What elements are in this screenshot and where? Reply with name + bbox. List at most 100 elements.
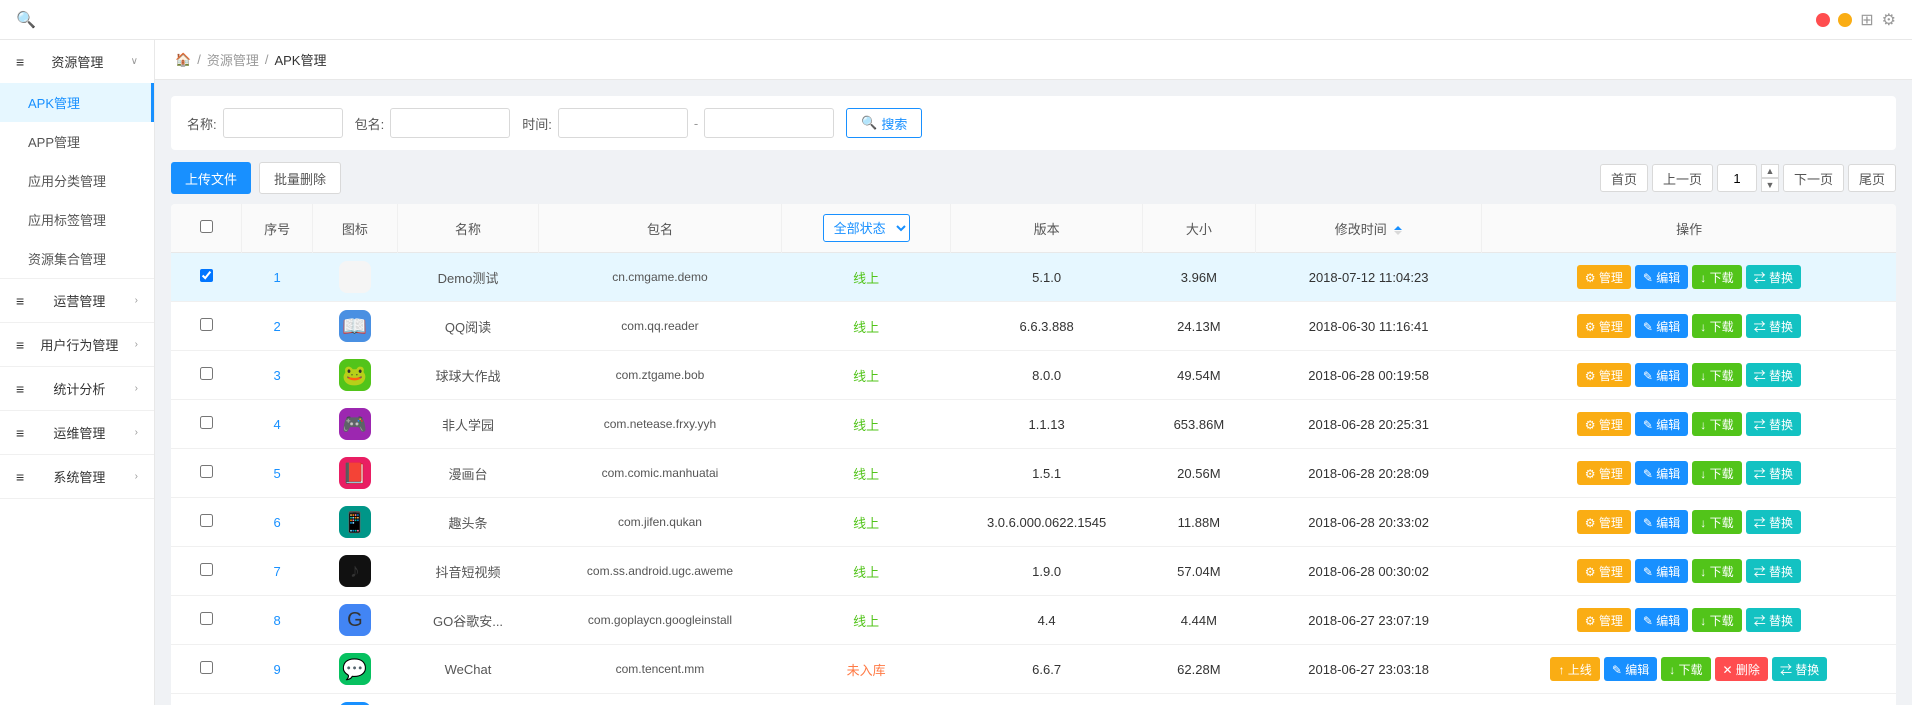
page-first-top[interactable]: 首页 <box>1600 164 1648 192</box>
action-manage-btn-1[interactable]: ⚙ 管理 <box>1577 265 1631 289</box>
row-icon-3: 🐸 <box>312 351 397 400</box>
row-version-10: 5.60.2.5510 <box>951 694 1142 705</box>
sidebar-group-label-stats: 统计分析 <box>53 379 105 398</box>
page-next-top[interactable]: 下一页 <box>1783 164 1844 192</box>
th-time[interactable]: 修改时间 <box>1255 204 1481 253</box>
row-select-4[interactable] <box>200 416 213 429</box>
action-upload-btn-9[interactable]: ↑ 上线 <box>1550 657 1599 681</box>
row-pkg-10: com.xunlei.downloadprovider <box>539 694 781 705</box>
row-time-4: 2018-06-28 20:25:31 <box>1255 400 1481 449</box>
action-manage-btn-5[interactable]: ⚙ 管理 <box>1577 461 1631 485</box>
batch-delete-button[interactable]: 批量删除 <box>259 162 341 194</box>
action-manage-btn-8[interactable]: ⚙ 管理 <box>1577 608 1631 632</box>
action-download-btn-4[interactable]: ↓ 下载 <box>1692 412 1741 436</box>
row-icon-5: 📕 <box>312 449 397 498</box>
page-arrow-up-top[interactable]: ▲ <box>1761 164 1779 178</box>
sidebar-item-apk[interactable]: APK管理 <box>0 83 154 122</box>
action-replace-btn-8[interactable]: ⇄ 替换 <box>1746 608 1801 632</box>
row-checkbox-9 <box>171 645 242 694</box>
action-manage-btn-4[interactable]: ⚙ 管理 <box>1577 412 1631 436</box>
row-select-1[interactable] <box>200 269 213 282</box>
action-replace-btn-2[interactable]: ⇄ 替换 <box>1746 314 1801 338</box>
sidebar-group-title-system[interactable]: ≡ 系统管理 › <box>0 455 154 498</box>
action-download-btn-3[interactable]: ↓ 下载 <box>1692 363 1741 387</box>
action-replace-btn-9[interactable]: ⇄ 替换 <box>1772 657 1827 681</box>
row-name-8: GO谷歌安... <box>397 596 538 645</box>
action-manage-btn-6[interactable]: ⚙ 管理 <box>1577 510 1631 534</box>
action-download-btn-8[interactable]: ↓ 下载 <box>1692 608 1741 632</box>
action-manage-btn-3[interactable]: ⚙ 管理 <box>1577 363 1631 387</box>
filter-time-start[interactable] <box>558 108 688 138</box>
action-replace-btn-7[interactable]: ⇄ 替换 <box>1746 559 1801 583</box>
row-select-7[interactable] <box>200 563 213 576</box>
row-select-5[interactable] <box>200 465 213 478</box>
row-size-9: 62.28M <box>1142 645 1255 694</box>
topbar-right: ⊞ ⚙ <box>1816 10 1896 30</box>
action-download-btn-9[interactable]: ↓ 下载 <box>1661 657 1710 681</box>
home-icon[interactable]: 🏠 <box>175 52 191 68</box>
row-select-8[interactable] <box>200 612 213 625</box>
action-edit-btn-2[interactable]: ✎ 编辑 <box>1635 314 1688 338</box>
action-download-btn-7[interactable]: ↓ 下载 <box>1692 559 1741 583</box>
action-download-btn-2[interactable]: ↓ 下载 <box>1692 314 1741 338</box>
row-version-2: 6.6.3.888 <box>951 302 1142 351</box>
gear-icon[interactable]: ⚙ <box>1882 10 1896 30</box>
action-manage-btn-7[interactable]: ⚙ 管理 <box>1577 559 1631 583</box>
search-icon[interactable]: 🔍 <box>16 10 36 30</box>
sidebar-group-title-ops[interactable]: ≡ 运营管理 › <box>0 279 154 322</box>
action-replace-btn-3[interactable]: ⇄ 替换 <box>1746 363 1801 387</box>
filter-pkg-input[interactable] <box>390 108 510 138</box>
action-delete-btn-9[interactable]: ✕ 删除 <box>1715 657 1768 681</box>
row-select-6[interactable] <box>200 514 213 527</box>
upload-button[interactable]: 上传文件 <box>171 162 251 194</box>
row-name-4: 非人学园 <box>397 400 538 449</box>
action-download-btn-1[interactable]: ↓ 下载 <box>1692 265 1741 289</box>
sidebar-item-tag[interactable]: 应用标签管理 <box>0 200 154 239</box>
action-edit-btn-5[interactable]: ✎ 编辑 <box>1635 461 1688 485</box>
th-status[interactable]: 全部状态 线上 未入库 <box>781 204 951 253</box>
filter-time-end[interactable] <box>704 108 834 138</box>
select-all-checkbox[interactable] <box>200 220 213 233</box>
row-select-9[interactable] <box>200 661 213 674</box>
status-filter-select[interactable]: 全部状态 线上 未入库 <box>823 214 910 242</box>
action-replace-btn-6[interactable]: ⇄ 替换 <box>1746 510 1801 534</box>
action-download-btn-6[interactable]: ↓ 下载 <box>1692 510 1741 534</box>
th-pkg: 包名 <box>539 204 781 253</box>
action-replace-btn-5[interactable]: ⇄ 替换 <box>1746 461 1801 485</box>
row-size-3: 49.54M <box>1142 351 1255 400</box>
action-edit-btn-4[interactable]: ✎ 编辑 <box>1635 412 1688 436</box>
sidebar-group-title-stats[interactable]: ≡ 统计分析 › <box>0 367 154 410</box>
row-seq-10: 10 <box>242 694 313 705</box>
row-size-7: 57.04M <box>1142 547 1255 596</box>
th-size: 大小 <box>1142 204 1255 253</box>
page-prev-top[interactable]: 上一页 <box>1652 164 1713 192</box>
action-edit-btn-9[interactable]: ✎ 编辑 <box>1604 657 1657 681</box>
sidebar-item-category[interactable]: 应用分类管理 <box>0 161 154 200</box>
action-edit-btn-7[interactable]: ✎ 编辑 <box>1635 559 1688 583</box>
page-arrow-down-top[interactable]: ▼ <box>1761 178 1779 192</box>
row-select-2[interactable] <box>200 318 213 331</box>
row-select-3[interactable] <box>200 367 213 380</box>
page-current-top[interactable] <box>1717 164 1757 192</box>
action-replace-btn-1[interactable]: ⇄ 替换 <box>1746 265 1801 289</box>
search-button[interactable]: 🔍 搜索 <box>846 108 922 138</box>
action-edit-btn-3[interactable]: ✎ 编辑 <box>1635 363 1688 387</box>
page-last-top[interactable]: 尾页 <box>1848 164 1896 192</box>
action-download-btn-5[interactable]: ↓ 下载 <box>1692 461 1741 485</box>
action-edit-btn-1[interactable]: ✎ 编辑 <box>1635 265 1688 289</box>
row-time-8: 2018-06-27 23:07:19 <box>1255 596 1481 645</box>
action-edit-btn-6[interactable]: ✎ 编辑 <box>1635 510 1688 534</box>
sidebar-group-title-user-behavior[interactable]: ≡ 用户行为管理 › <box>0 323 154 366</box>
sidebar-item-app[interactable]: APP管理 <box>0 122 154 161</box>
sidebar-group-title-ops-mgr[interactable]: ≡ 运维管理 › <box>0 411 154 454</box>
row-status-4: 线上 <box>781 400 951 449</box>
action-replace-btn-4[interactable]: ⇄ 替换 <box>1746 412 1801 436</box>
table-wrap: 序号 图标 名称 包名 全部状态 线上 未入库 版本 <box>171 204 1896 705</box>
sidebar-group-title-resource[interactable]: ≡ 资源管理 ∨ <box>0 40 154 83</box>
breadcrumb: 🏠 / 资源管理 / APK管理 <box>155 40 1912 80</box>
action-edit-btn-8[interactable]: ✎ 编辑 <box>1635 608 1688 632</box>
sidebar-item-aggregate[interactable]: 资源集合管理 <box>0 239 154 278</box>
grid-icon[interactable]: ⊞ <box>1860 10 1873 30</box>
filter-name-input[interactable] <box>223 108 343 138</box>
action-manage-btn-2[interactable]: ⚙ 管理 <box>1577 314 1631 338</box>
